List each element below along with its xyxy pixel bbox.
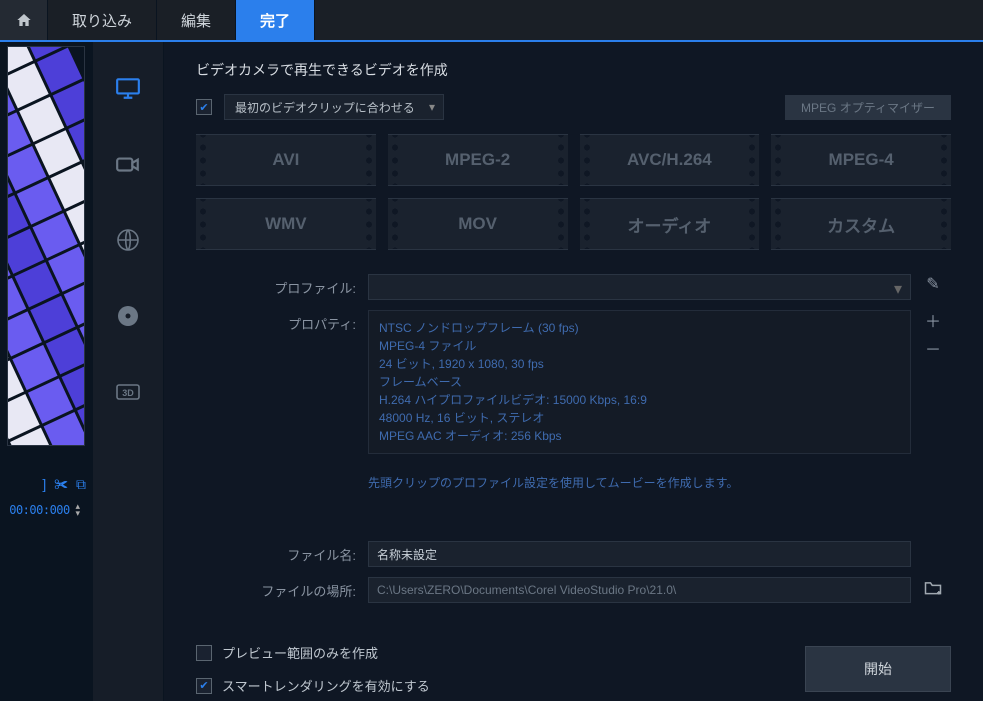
- page-heading: ビデオカメラで再生できるビデオを作成: [196, 60, 951, 80]
- format-audio[interactable]: オーディオ: [580, 198, 760, 250]
- monitor-icon: [115, 75, 141, 101]
- timecode-down[interactable]: ▾: [73, 510, 83, 517]
- svg-text:3D: 3D: [122, 388, 134, 398]
- edit-profile-button[interactable]: ✎: [923, 274, 943, 294]
- mpeg-optimizer-button: MPEG オプティマイザー: [785, 95, 951, 120]
- match-clip-dropdown[interactable]: 最初のビデオクリップに合わせる: [224, 94, 444, 120]
- minus-icon: －: [925, 336, 941, 360]
- smart-render-label: スマートレンダリングを有効にする: [222, 676, 430, 695]
- match-clip-checkbox[interactable]: [196, 99, 212, 115]
- format-wmv[interactable]: WMV: [196, 198, 376, 250]
- top-tabs: 取り込み 編集 完了: [0, 0, 983, 42]
- filename-label: ファイル名:: [196, 541, 356, 564]
- profile-select[interactable]: [368, 274, 911, 300]
- split-icon[interactable]: ⧉: [76, 476, 86, 493]
- sidebar-3d[interactable]: 3D: [114, 378, 142, 406]
- home-icon: [16, 12, 32, 28]
- format-mpeg2[interactable]: MPEG-2: [388, 134, 568, 186]
- tab-home[interactable]: [0, 0, 48, 40]
- prop-line: 24 ビット, 1920 x 1080, 30 fps: [379, 355, 900, 373]
- plus-icon: ＋: [925, 308, 941, 332]
- format-custom[interactable]: カスタム: [771, 198, 951, 250]
- prop-line: NTSC ノンドロップフレーム (30 fps): [379, 319, 900, 337]
- camcorder-icon: [115, 153, 141, 175]
- remove-profile-button[interactable]: －: [923, 338, 943, 358]
- scissors-icon[interactable]: ✀: [54, 476, 68, 493]
- add-profile-button[interactable]: ＋: [923, 310, 943, 330]
- format-grid: AVI MPEG-2 AVC/H.264 MPEG-4 WMV MOV オーディ…: [196, 134, 951, 250]
- prop-line: 48000 Hz, 16 ビット, ステレオ: [379, 409, 900, 427]
- prop-line: H.264 ハイプロファイルビデオ: 15000 Kbps, 16:9: [379, 391, 900, 409]
- filepath-display: C:\Users\ZERO\Documents\Corel VideoStudi…: [368, 577, 911, 603]
- properties-box: NTSC ノンドロップフレーム (30 fps) MPEG-4 ファイル 24 …: [368, 310, 911, 454]
- profile-label: プロファイル:: [196, 274, 356, 297]
- format-mpeg4[interactable]: MPEG-4: [771, 134, 951, 186]
- mark-out-icon[interactable]: ]: [42, 476, 46, 493]
- main-panel: ビデオカメラで再生できるビデオを作成 最初のビデオクリップに合わせる MPEG …: [164, 42, 983, 701]
- timecode[interactable]: 00:00:000: [9, 503, 70, 517]
- pencil-icon: ✎: [926, 274, 939, 294]
- sidebar-disc[interactable]: [114, 302, 142, 330]
- tab-edit[interactable]: 編集: [157, 0, 236, 40]
- disc-icon: [116, 304, 140, 328]
- format-mov[interactable]: MOV: [388, 198, 568, 250]
- sidebar-computer[interactable]: [114, 74, 142, 102]
- smart-render-checkbox[interactable]: [196, 678, 212, 694]
- prop-line: MPEG AAC オーディオ: 256 Kbps: [379, 427, 900, 445]
- tab-finish[interactable]: 完了: [236, 0, 315, 40]
- folder-plus-icon: [923, 578, 943, 596]
- hint-text: 先頭クリップのプロファイル設定を使用してムービーを作成します。: [368, 464, 911, 491]
- three-d-icon: 3D: [116, 382, 140, 402]
- start-button[interactable]: 開始: [805, 646, 951, 692]
- prop-line: フレームベース: [379, 373, 900, 391]
- globe-icon: [116, 228, 140, 252]
- properties-label: プロパティ:: [196, 310, 356, 333]
- tab-import[interactable]: 取り込み: [48, 0, 157, 40]
- browse-folder-button[interactable]: [923, 577, 943, 597]
- prop-line: MPEG-4 ファイル: [379, 337, 900, 355]
- preview-panel: ] ✀ ⧉ 00:00:000 ▴ ▾: [0, 42, 92, 701]
- sidebar-device[interactable]: [114, 150, 142, 178]
- preview-thumbnail: [7, 46, 85, 446]
- format-avc[interactable]: AVC/H.264: [580, 134, 760, 186]
- preview-only-checkbox[interactable]: [196, 645, 212, 661]
- output-type-sidebar: 3D: [92, 42, 164, 701]
- filename-input[interactable]: [368, 541, 911, 567]
- format-avi[interactable]: AVI: [196, 134, 376, 186]
- sidebar-web[interactable]: [114, 226, 142, 254]
- filepath-label: ファイルの場所:: [196, 577, 356, 600]
- preview-only-label: プレビュー範囲のみを作成: [222, 643, 378, 662]
